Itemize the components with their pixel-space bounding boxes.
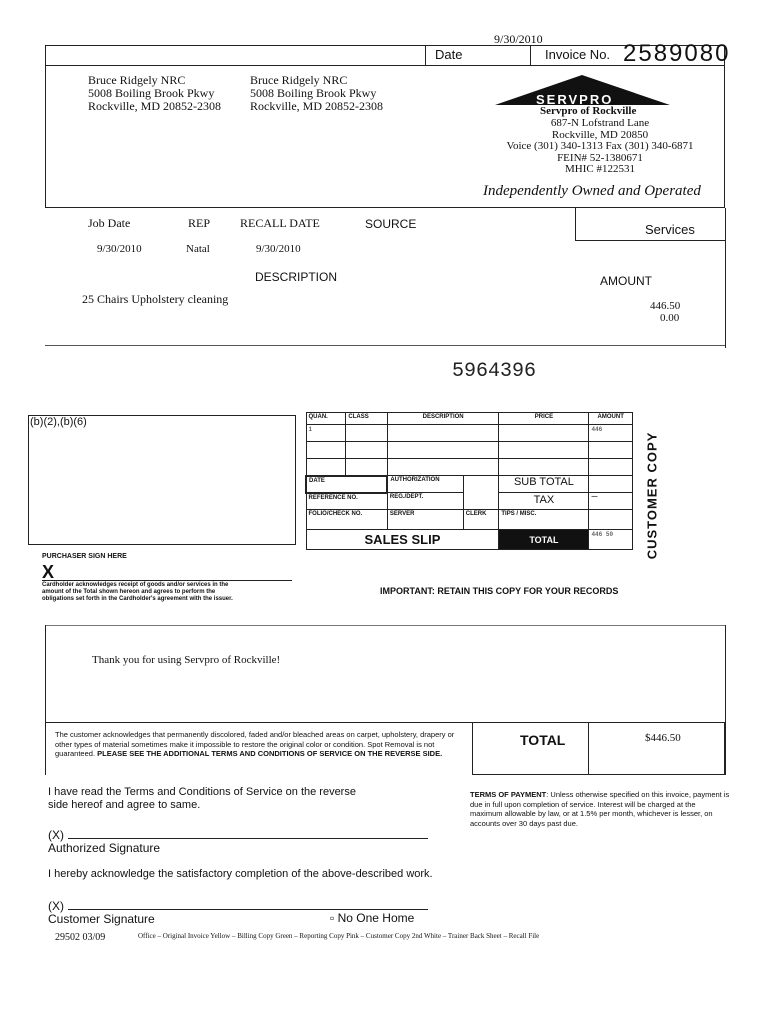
authorized-signature-label: Authorized Signature [48,841,161,855]
customer-copy-label: CUSTOMER COPY [644,431,660,560]
disclaimer: The customer acknowledges that permanent… [55,730,465,759]
thank-you: Thank you for using Servpro of Rockville… [92,654,281,666]
ship-to: Bruce Ridgely NRC 5008 Boiling Brook Pkwy… [250,74,383,113]
divider [425,45,426,65]
company-street: 687-N Lofstrand Lane [550,117,650,129]
recall-date-header: RECALL DATE [240,216,320,230]
important-note: IMPORTANT: RETAIN THIS COPY FOR YOUR REC… [380,586,619,596]
copy-distribution: Office – Original Invoice Yellow – Billi… [138,932,540,940]
redaction-box [28,415,296,545]
folio-field: FOLIO/CHECK NO. [305,509,388,530]
redaction-label: (b)(2),(b)(6) [30,416,87,428]
cardholder-line: Cardholder acknowledges receipt of goods… [42,582,229,588]
no-one-home-checkbox[interactable]: ▫ No One Home [330,911,414,925]
terms-of-payment: TERMS OF PAYMENT: Unless otherwise speci… [470,790,730,828]
form-number: 29502 03/09 [55,932,106,943]
job-date-value: 9/30/2010 [97,243,142,255]
job-date-header: Job Date [88,216,131,230]
sig1-prefix: (X) [48,828,64,842]
item-amount-2: 0.00 [660,312,680,324]
checkbox-icon: ▫ [330,911,335,925]
tax-label: TAX [498,492,590,510]
recall-date-value: 9/30/2010 [256,243,301,255]
handwritten-number: 5964396 [452,360,537,383]
customer-signature-line[interactable] [68,909,428,910]
total-label: TOTAL [498,529,590,550]
divider [45,345,725,346]
invoice-number: 2589080 [623,40,731,67]
source-header: SOURCE [365,217,417,231]
cardholder-line: amount of the Total shown hereon and agr… [42,589,216,595]
divider [42,580,292,581]
divider [575,208,576,240]
divider [45,625,725,626]
sales-slip: QUAN. CLASS DESCRIPTION PRICE AMOUNT 1 446 DA… [304,412,633,550]
amount-header: AMOUNT [588,412,633,425]
quan-value: 1 [305,424,347,442]
bill-to: Bruce Ridgely NRC 5008 Boiling Brook Pkwy… [88,74,221,113]
terms-payment-label: TERMS OF PAYMENT [470,790,547,799]
invoice-label: Invoice No. [545,47,611,62]
cardholder-line: obligations set forth in the Cardholder'… [42,596,233,602]
tagline: Independently Owned and Operated [483,183,701,199]
acknowledge-text: I hereby acknowledge the satisfactory co… [48,868,433,880]
rep-value: Natal [186,243,210,255]
authorized-signature-line[interactable] [68,838,428,839]
total-value: $446.50 [645,732,681,744]
quan-header: QUAN. [305,412,347,425]
description-header: DESCRIPTION [255,270,338,284]
customer-signature-label: Customer Signature [48,912,155,926]
total-box [472,722,725,775]
rep-header: REP [188,216,211,230]
class-header: CLASS [345,412,388,425]
tax-value: — [588,492,633,510]
reg-dept-field: REG./DEPT. [386,492,464,510]
amount-header: AMOUNT [600,274,652,288]
divider [530,45,531,65]
sig2-prefix: (X) [48,899,64,913]
date-field: DATE [304,474,389,494]
company-phone: Voice (301) 340-1313 Fax (301) 340-6871 [506,140,694,152]
no-one-home-label: No One Home [337,911,415,925]
divider [575,240,725,241]
price-header: PRICE [498,412,590,425]
date-label: Date [435,47,463,62]
terms-read: I have read the Terms and Conditions of … [48,786,356,811]
item-amount: 446.50 [650,300,681,312]
divider [588,722,589,775]
amount-value: 446 [588,424,633,442]
divider [725,625,726,775]
bill-to-city: Rockville, MD 20852-2308 [88,99,221,113]
cardholder-text: Cardholder acknowledges receipt of goods… [42,582,233,603]
authorization-field: AUTHORIZATION [386,475,464,493]
sales-slip-title: SALES SLIP [305,529,500,550]
disclaimer-bold: PLEASE SEE THE ADDITIONAL TERMS AND COND… [97,749,443,758]
divider [45,625,46,775]
total-value: 446 50 [588,529,633,550]
total-label: TOTAL [520,732,566,748]
ship-to-city: Rockville, MD 20852-2308 [250,99,383,113]
description-header: DESCRIPTION [386,412,500,425]
clerk-field: CLERK [462,509,500,530]
company-mhic: MHIC #122531 [565,163,635,175]
item-description: 25 Chairs Upholstery cleaning [82,292,229,306]
services-label: Services [645,222,695,237]
company-address: 687-N Lofstrand Lane Rockville, MD 20850 V… [500,117,700,176]
server-field: SERVER [386,509,464,530]
purchaser-label: PURCHASER SIGN HERE [42,553,127,560]
tips-label: TIPS / MISC. [498,509,590,530]
reference-field: REFERENCE NO. [305,492,388,510]
subtotal-label: SUB TOTAL [498,475,590,493]
company-name: Servpro of Rockville [540,105,637,117]
divider [725,208,726,348]
